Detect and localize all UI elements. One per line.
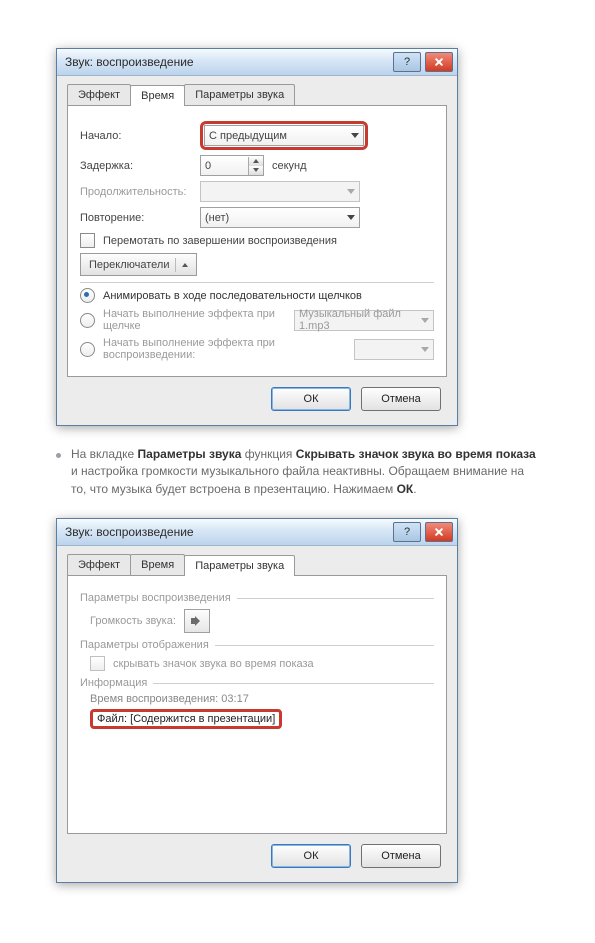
chevron-down-icon xyxy=(421,347,429,352)
window-buttons: ? xyxy=(393,522,453,542)
window-buttons: ? xyxy=(393,52,453,72)
help-button[interactable]: ? xyxy=(393,522,421,542)
tab-strip: Эффект Время Параметры звука xyxy=(67,554,447,576)
dialog-body: Эффект Время Параметры звука Параметры в… xyxy=(57,546,457,882)
group-playback: Параметры воспроизведения Громкость звук… xyxy=(80,592,434,633)
tab-sound-params[interactable]: Параметры звука xyxy=(184,555,295,576)
file-label: Файл: xyxy=(97,713,130,725)
opt1-label: Анимировать в ходе последовательности ще… xyxy=(103,290,434,302)
playtime-label: Время воспроизведения: xyxy=(90,693,221,705)
spin-down[interactable] xyxy=(249,166,263,175)
duration-label: Продолжительность: xyxy=(80,186,192,198)
playtime-value: 03:17 xyxy=(221,693,249,705)
repeat-label: Повторение: xyxy=(80,212,192,224)
paragraph-text: На вкладке Параметры звука функция Скрыв… xyxy=(71,446,539,498)
group-line xyxy=(153,683,434,684)
file-value: [Содержится в презентации] xyxy=(130,713,275,725)
tab-time[interactable]: Время xyxy=(130,85,185,106)
volume-label: Громкость звука: xyxy=(90,615,176,627)
onclick-select: Музыкальный файл 1.mp3 xyxy=(294,310,434,331)
chevron-down-icon xyxy=(347,189,355,194)
window-title: Звук: воспроизведение xyxy=(65,55,194,69)
start-highlight: С предыдущим xyxy=(200,121,368,150)
group-info-label: Информация xyxy=(80,677,147,689)
spin-up[interactable] xyxy=(249,157,263,166)
group-info: Информация Время воспроизведения: 03:17 … xyxy=(80,677,434,729)
file-row: Файл: [Содержится в презентации] xyxy=(80,709,434,729)
opt2-label: Начать выполнение эффекта при щелчке xyxy=(103,308,286,332)
dialog-time: Звук: воспроизведение ? Эффект Время Пар… xyxy=(56,48,458,426)
triangle-up-icon xyxy=(253,159,259,163)
hide-icon-label: скрывать значок звука во время показа xyxy=(113,658,314,670)
close-button[interactable] xyxy=(425,52,453,72)
ok-button[interactable]: ОК xyxy=(271,844,351,868)
volume-button xyxy=(184,609,210,633)
dialog-footer: ОК Отмена xyxy=(67,377,447,415)
duration-select xyxy=(200,181,360,202)
chevron-down-icon xyxy=(421,318,429,323)
tabpanel-params: Параметры воспроизведения Громкость звук… xyxy=(67,576,447,834)
triggers-button[interactable]: Переключатели xyxy=(80,253,197,276)
file-highlight: Файл: [Содержится в презентации] xyxy=(90,709,282,729)
titlebar: Звук: воспроизведение ? xyxy=(57,519,457,546)
window-title: Звук: воспроизведение xyxy=(65,525,194,539)
triggers-label: Переключатели xyxy=(89,259,169,271)
tab-effect[interactable]: Эффект xyxy=(67,554,131,575)
spin-buttons xyxy=(248,157,263,175)
delay-spin[interactable]: 0 xyxy=(200,155,264,176)
tab-time[interactable]: Время xyxy=(130,554,185,575)
start-value: С предыдущим xyxy=(209,130,287,142)
radio-onplay[interactable] xyxy=(80,342,95,357)
tab-sound-params[interactable]: Параметры звука xyxy=(184,84,295,105)
divider xyxy=(175,258,176,272)
playtime-row: Время воспроизведения: 03:17 xyxy=(80,693,434,705)
repeat-select[interactable]: (нет) xyxy=(200,207,360,228)
trigger-option-onplay[interactable]: Начать выполнение эффекта при воспроизве… xyxy=(80,337,434,361)
tabpanel-time: Начало: С предыдущим Задержка: 0 xyxy=(67,106,447,377)
delay-unit: секунд xyxy=(272,160,307,172)
dialog-sound-params: Звук: воспроизведение ? Эффект Время Пар… xyxy=(56,518,458,883)
dialog-footer: ОК Отмена xyxy=(67,834,447,872)
repeat-value: (нет) xyxy=(205,212,229,224)
tab-effect[interactable]: Эффект xyxy=(67,84,131,105)
trigger-option-sequence[interactable]: Анимировать в ходе последовательности ще… xyxy=(80,288,434,303)
hide-icon-checkbox xyxy=(90,656,105,671)
speaker-icon xyxy=(191,615,203,627)
start-select[interactable]: С предыдущим xyxy=(204,125,364,146)
dialog-body: Эффект Время Параметры звука Начало: С п… xyxy=(57,76,457,425)
onclick-value: Музыкальный файл 1.mp3 xyxy=(299,308,421,332)
triangle-up-icon xyxy=(182,263,188,267)
group-playback-label: Параметры воспроизведения xyxy=(80,592,231,604)
onplay-select xyxy=(354,339,434,360)
cancel-button[interactable]: Отмена xyxy=(361,844,441,868)
rewind-checkbox[interactable] xyxy=(80,233,95,248)
radio-sequence[interactable] xyxy=(80,288,95,303)
delay-value: 0 xyxy=(205,160,211,172)
triangle-down-icon xyxy=(253,168,259,172)
explanation-paragraph: На вкладке Параметры звука функция Скрыв… xyxy=(56,446,539,498)
group-line xyxy=(237,598,434,599)
titlebar: Звук: воспроизведение ? xyxy=(57,49,457,76)
bullet-icon xyxy=(56,453,61,458)
group-display: Параметры отображения скрывать значок зв… xyxy=(80,639,434,671)
start-label: Начало: xyxy=(80,130,192,142)
ok-button[interactable]: ОК xyxy=(271,387,351,411)
chevron-down-icon xyxy=(347,215,355,220)
group-line xyxy=(215,645,434,646)
chevron-down-icon xyxy=(351,133,359,138)
group-display-label: Параметры отображения xyxy=(80,639,209,651)
close-button[interactable] xyxy=(425,522,453,542)
cancel-button[interactable]: Отмена xyxy=(361,387,441,411)
delay-label: Задержка: xyxy=(80,160,192,172)
rewind-label: Перемотать по завершении воспроизведения xyxy=(103,235,337,247)
radio-onclick[interactable] xyxy=(80,313,95,328)
opt3-label: Начать выполнение эффекта при воспроизве… xyxy=(103,337,346,361)
trigger-option-onclick[interactable]: Начать выполнение эффекта при щелчке Муз… xyxy=(80,308,434,332)
help-button[interactable]: ? xyxy=(393,52,421,72)
separator xyxy=(80,282,434,283)
tab-strip: Эффект Время Параметры звука xyxy=(67,84,447,106)
spacer xyxy=(80,733,434,823)
